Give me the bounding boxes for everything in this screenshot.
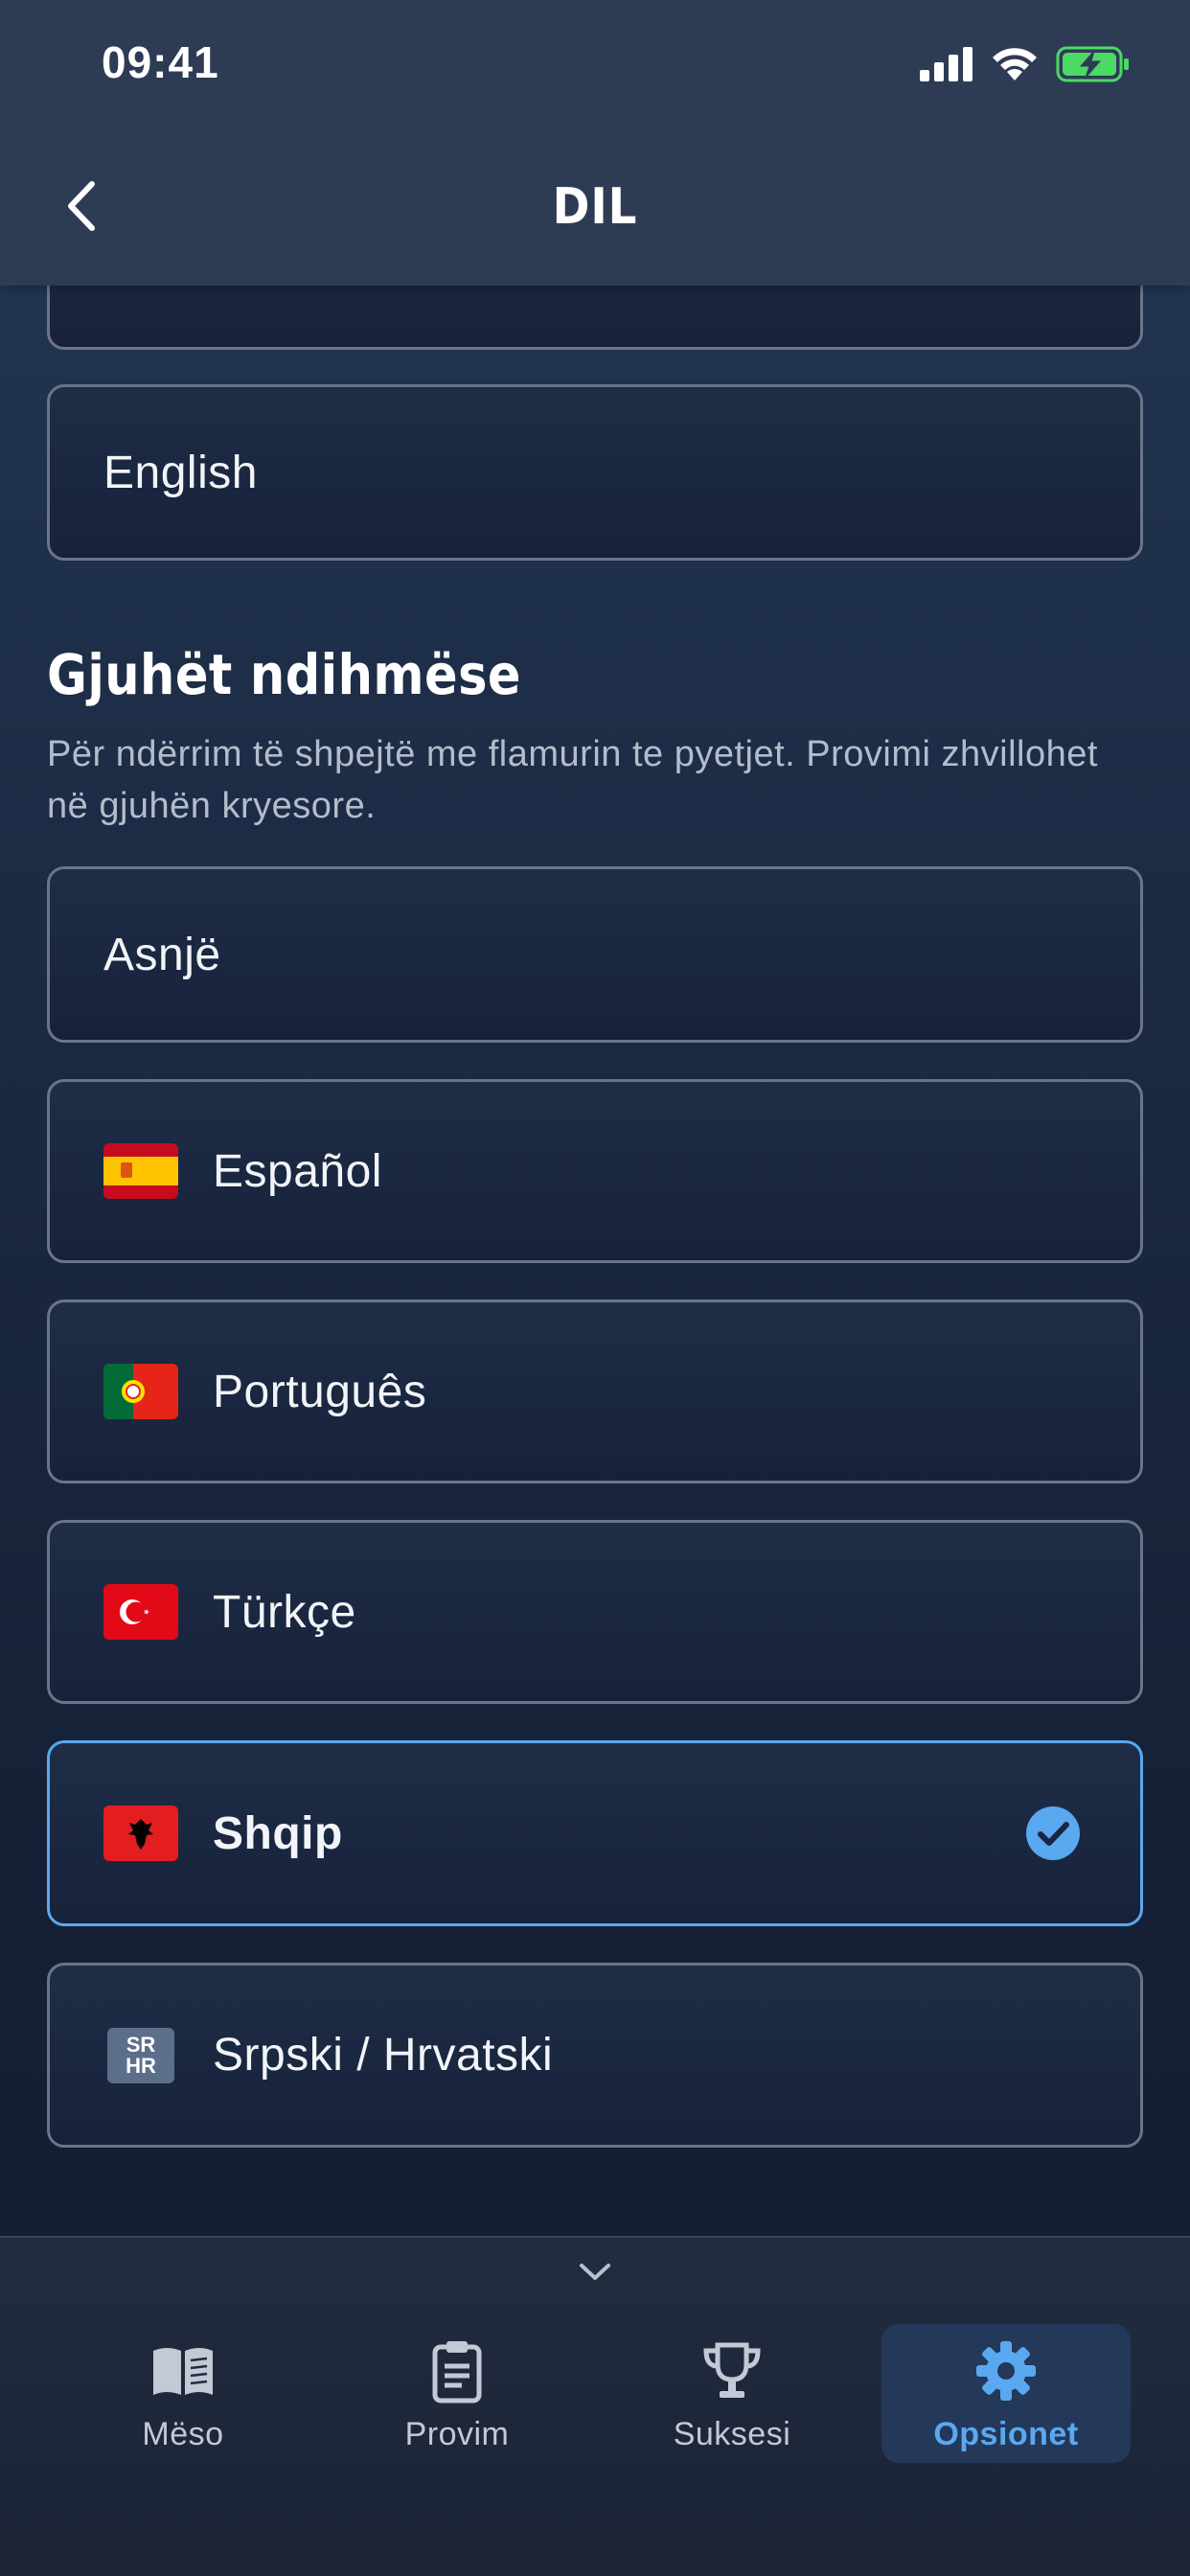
tab-label: Provim <box>404 2416 510 2452</box>
aux-option-label: Türkçe <box>213 1586 356 1638</box>
aux-option-none[interactable]: Asnjë <box>47 866 1143 1043</box>
albania-flag-icon <box>103 1806 178 1861</box>
tab-learn[interactable]: Mëso <box>58 2324 308 2463</box>
book-icon <box>153 2348 213 2395</box>
aux-option-label: Português <box>213 1366 427 1417</box>
section-description: Për ndërrim të shpejtë me flamurin te py… <box>47 734 1098 826</box>
aux-option-label: Español <box>213 1145 382 1197</box>
aux-option-serbian-croatian[interactable]: SR HR Srpski / Hrvatski <box>47 1963 1143 2148</box>
trophy-icon <box>703 2342 761 2398</box>
checkmark-circle-icon <box>1026 1806 1080 1860</box>
aux-option-portuguese[interactable]: Português <box>47 1300 1143 1484</box>
status-time: 09:41 <box>102 37 219 87</box>
tab-options[interactable]: Opsionet <box>881 2324 1131 2463</box>
sr-hr-badge-icon: SR HR <box>107 2027 174 2083</box>
spain-flag-icon <box>103 1143 178 1199</box>
tab-success[interactable]: Suksesi <box>607 2324 857 2463</box>
portugal-flag-icon <box>103 1364 178 1419</box>
wifi-icon <box>993 48 1037 80</box>
section-title: Gjuhët ndihmëse <box>47 642 521 707</box>
gear-icon <box>976 2341 1036 2401</box>
bottom-tab-bar: Mëso Provim Suksesi Opsionet <box>0 2236 1190 2576</box>
aux-option-turkish[interactable]: Türkçe <box>47 1520 1143 1704</box>
badge-line-1: SR <box>126 2032 156 2057</box>
badge-line-2: HR <box>126 2053 156 2078</box>
battery-charging-icon <box>1056 46 1129 82</box>
tab-label: Mëso <box>142 2416 224 2452</box>
clipboard-icon <box>432 2341 482 2404</box>
chevron-down-icon[interactable] <box>578 2261 612 2284</box>
top-bar: 09:41 DIL <box>0 0 1190 286</box>
aux-option-label: Srpski / Hrvatski <box>213 2030 554 2081</box>
aux-option-spanish[interactable]: Español <box>47 1079 1143 1263</box>
turkey-flag-icon <box>103 1584 178 1640</box>
aux-option-albanian[interactable]: Shqip <box>47 1740 1143 1926</box>
aux-option-label: Shqip <box>213 1807 343 1859</box>
signal-icon <box>920 47 973 81</box>
aux-option-label: Asnjë <box>103 929 221 980</box>
tab-label: Opsionet <box>933 2416 1079 2452</box>
primary-language-label: English <box>103 447 258 498</box>
status-icons <box>920 44 1131 84</box>
tab-exam[interactable]: Provim <box>332 2324 582 2463</box>
page-title: DIL <box>552 178 638 236</box>
tab-label: Suksesi <box>673 2416 791 2452</box>
primary-language-option[interactable]: English <box>47 384 1143 561</box>
